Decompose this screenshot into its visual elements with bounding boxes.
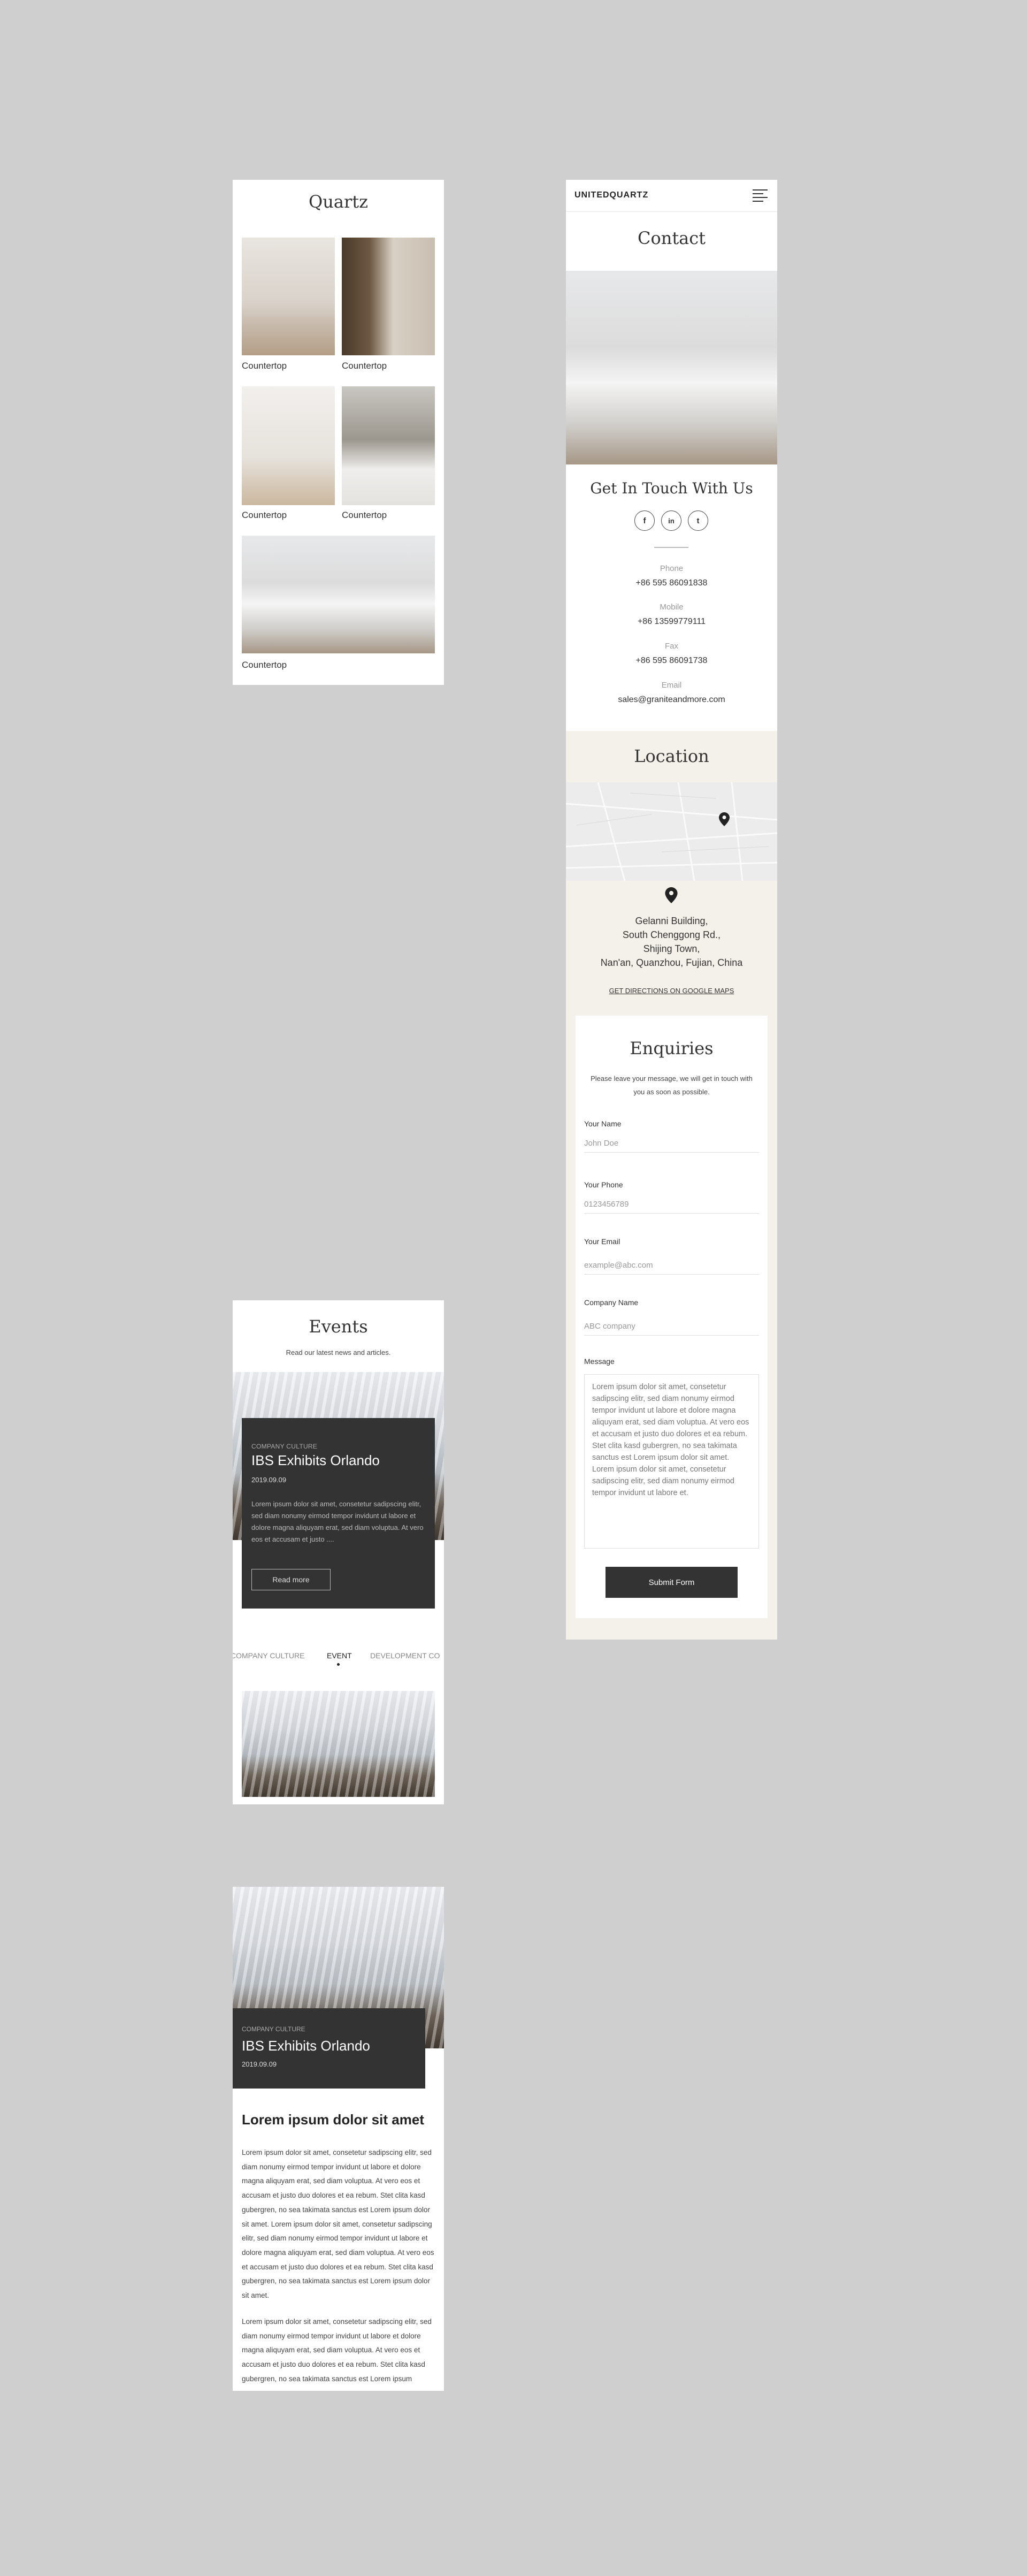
product-label[interactable]: Countertop [242, 510, 287, 521]
article-date: 2019.09.09 [242, 2060, 277, 2068]
facebook-icon[interactable]: f [634, 510, 655, 531]
product-label[interactable]: Countertop [242, 660, 287, 670]
address-line: South Chenggong Rd., [622, 929, 721, 941]
product-image[interactable] [242, 238, 335, 355]
page-title: Quartz [309, 192, 368, 212]
article-heading: Lorem ipsum dolor sit amet [242, 2112, 424, 2128]
company-label: Company Name [584, 1298, 639, 1307]
fax-value: +86 595 86091738 [635, 656, 708, 665]
google-maps-directions-link[interactable]: GET DIRECTIONS ON GOOGLE MAPS [566, 987, 777, 995]
map-marker-icon[interactable] [719, 812, 730, 826]
divider [654, 547, 688, 548]
submit-form-button[interactable]: Submit Form [606, 1567, 738, 1598]
address-line: Shijing Town, [643, 943, 700, 955]
active-tab-indicator [337, 1663, 340, 1666]
enquiries-heading: Enquiries [630, 1038, 714, 1058]
map-roads [566, 782, 777, 881]
site-header: UNITEDQUARTZ [566, 180, 777, 212]
page-title: Contact [637, 228, 706, 248]
article-category: COMPANY CULTURE [242, 2025, 305, 2033]
article-title: IBS Exhibits Orlando [242, 2038, 370, 2054]
message-label: Message [584, 1357, 615, 1366]
address-line: Nan'an, Quanzhou, Fujian, China [600, 957, 743, 969]
location-pin-icon [665, 887, 678, 903]
brand-logo[interactable]: UNITEDQUARTZ [574, 190, 648, 200]
hamburger-menu-icon[interactable] [753, 189, 768, 202]
contact-hero-image [566, 271, 777, 464]
page-title: Events [309, 1316, 368, 1337]
email-label: Email [661, 681, 682, 690]
message-textarea[interactable]: Lorem ipsum dolor sit amet, consetetur s… [584, 1374, 759, 1549]
product-image[interactable] [342, 386, 435, 505]
fax-label: Fax [664, 642, 678, 651]
name-label: Your Name [584, 1119, 622, 1128]
get-in-touch-heading: Get In Touch With Us [590, 479, 753, 497]
phone-label: Phone [660, 564, 684, 573]
product-image[interactable] [342, 238, 435, 355]
event-excerpt: Lorem ipsum dolor sit amet, consetetur s… [251, 1500, 424, 1544]
contact-panel: UNITEDQUARTZ Contact Get In Touch With U… [566, 180, 777, 1640]
email-value[interactable]: sales@graniteandmore.com [566, 695, 777, 705]
phone-value[interactable]: +86 595 86091838 [566, 578, 777, 588]
email-input[interactable] [584, 1256, 759, 1275]
location-map[interactable] [566, 782, 777, 881]
event-category-tabs: COMPANY CULTURE EVENT DEVELOPMENT CO [233, 1651, 444, 1667]
tab-development[interactable]: DEVELOPMENT CO [370, 1651, 440, 1660]
mobile-label: Mobile [660, 603, 684, 612]
tab-company-culture[interactable]: COMPANY CULTURE [233, 1651, 304, 1660]
product-label[interactable]: Countertop [342, 361, 387, 371]
product-label[interactable]: Countertop [342, 510, 387, 521]
quartz-panel: Quartz Countertop Countertop Countertop … [233, 180, 444, 685]
address-line: Gelanni Building, [635, 916, 708, 926]
tab-event[interactable]: EVENT [327, 1651, 352, 1660]
twitter-icon[interactable]: t [688, 510, 708, 531]
phone-input[interactable] [584, 1195, 759, 1214]
location-heading: Location [634, 746, 709, 766]
product-label[interactable]: Countertop [242, 361, 287, 371]
linkedin-icon[interactable]: in [661, 510, 681, 531]
enquiries-form: Enquiries Please leave your message, we … [576, 1016, 768, 1618]
article-header-card: COMPANY CULTURE IBS Exhibits Orlando 201… [233, 2008, 425, 2089]
email-label: Your Email [584, 1237, 620, 1246]
enquiries-intro: Please leave your message, we will get i… [591, 1074, 753, 1096]
phone-label: Your Phone [584, 1180, 623, 1189]
address-block: Gelanni Building, South Chenggong Rd., S… [566, 914, 777, 970]
event-category: COMPANY CULTURE [251, 1443, 318, 1450]
article-panel: COMPANY CULTURE IBS Exhibits Orlando 201… [233, 1887, 444, 2391]
article-paragraph: Lorem ipsum dolor sit amet, consetetur s… [242, 2148, 434, 2300]
events-subtitle: Read our latest news and articles. [286, 1348, 391, 1356]
event-thumbnail[interactable] [242, 1691, 435, 1797]
article-paragraph: Lorem ipsum dolor sit amet, consetetur s… [242, 2318, 432, 2383]
event-date: 2019.09.09 [251, 1476, 287, 1484]
mobile-value[interactable]: +86 13599779111 [566, 617, 777, 627]
product-image[interactable] [242, 386, 335, 505]
name-input[interactable] [584, 1134, 759, 1153]
featured-event-card[interactable]: COMPANY CULTURE IBS Exhibits Orlando 201… [242, 1418, 435, 1609]
product-image[interactable] [242, 536, 435, 653]
company-input[interactable] [584, 1317, 759, 1336]
events-panel: Events Read our latest news and articles… [233, 1300, 444, 1804]
event-title: IBS Exhibits Orlando [251, 1452, 380, 1468]
read-more-button[interactable]: Read more [251, 1569, 331, 1590]
